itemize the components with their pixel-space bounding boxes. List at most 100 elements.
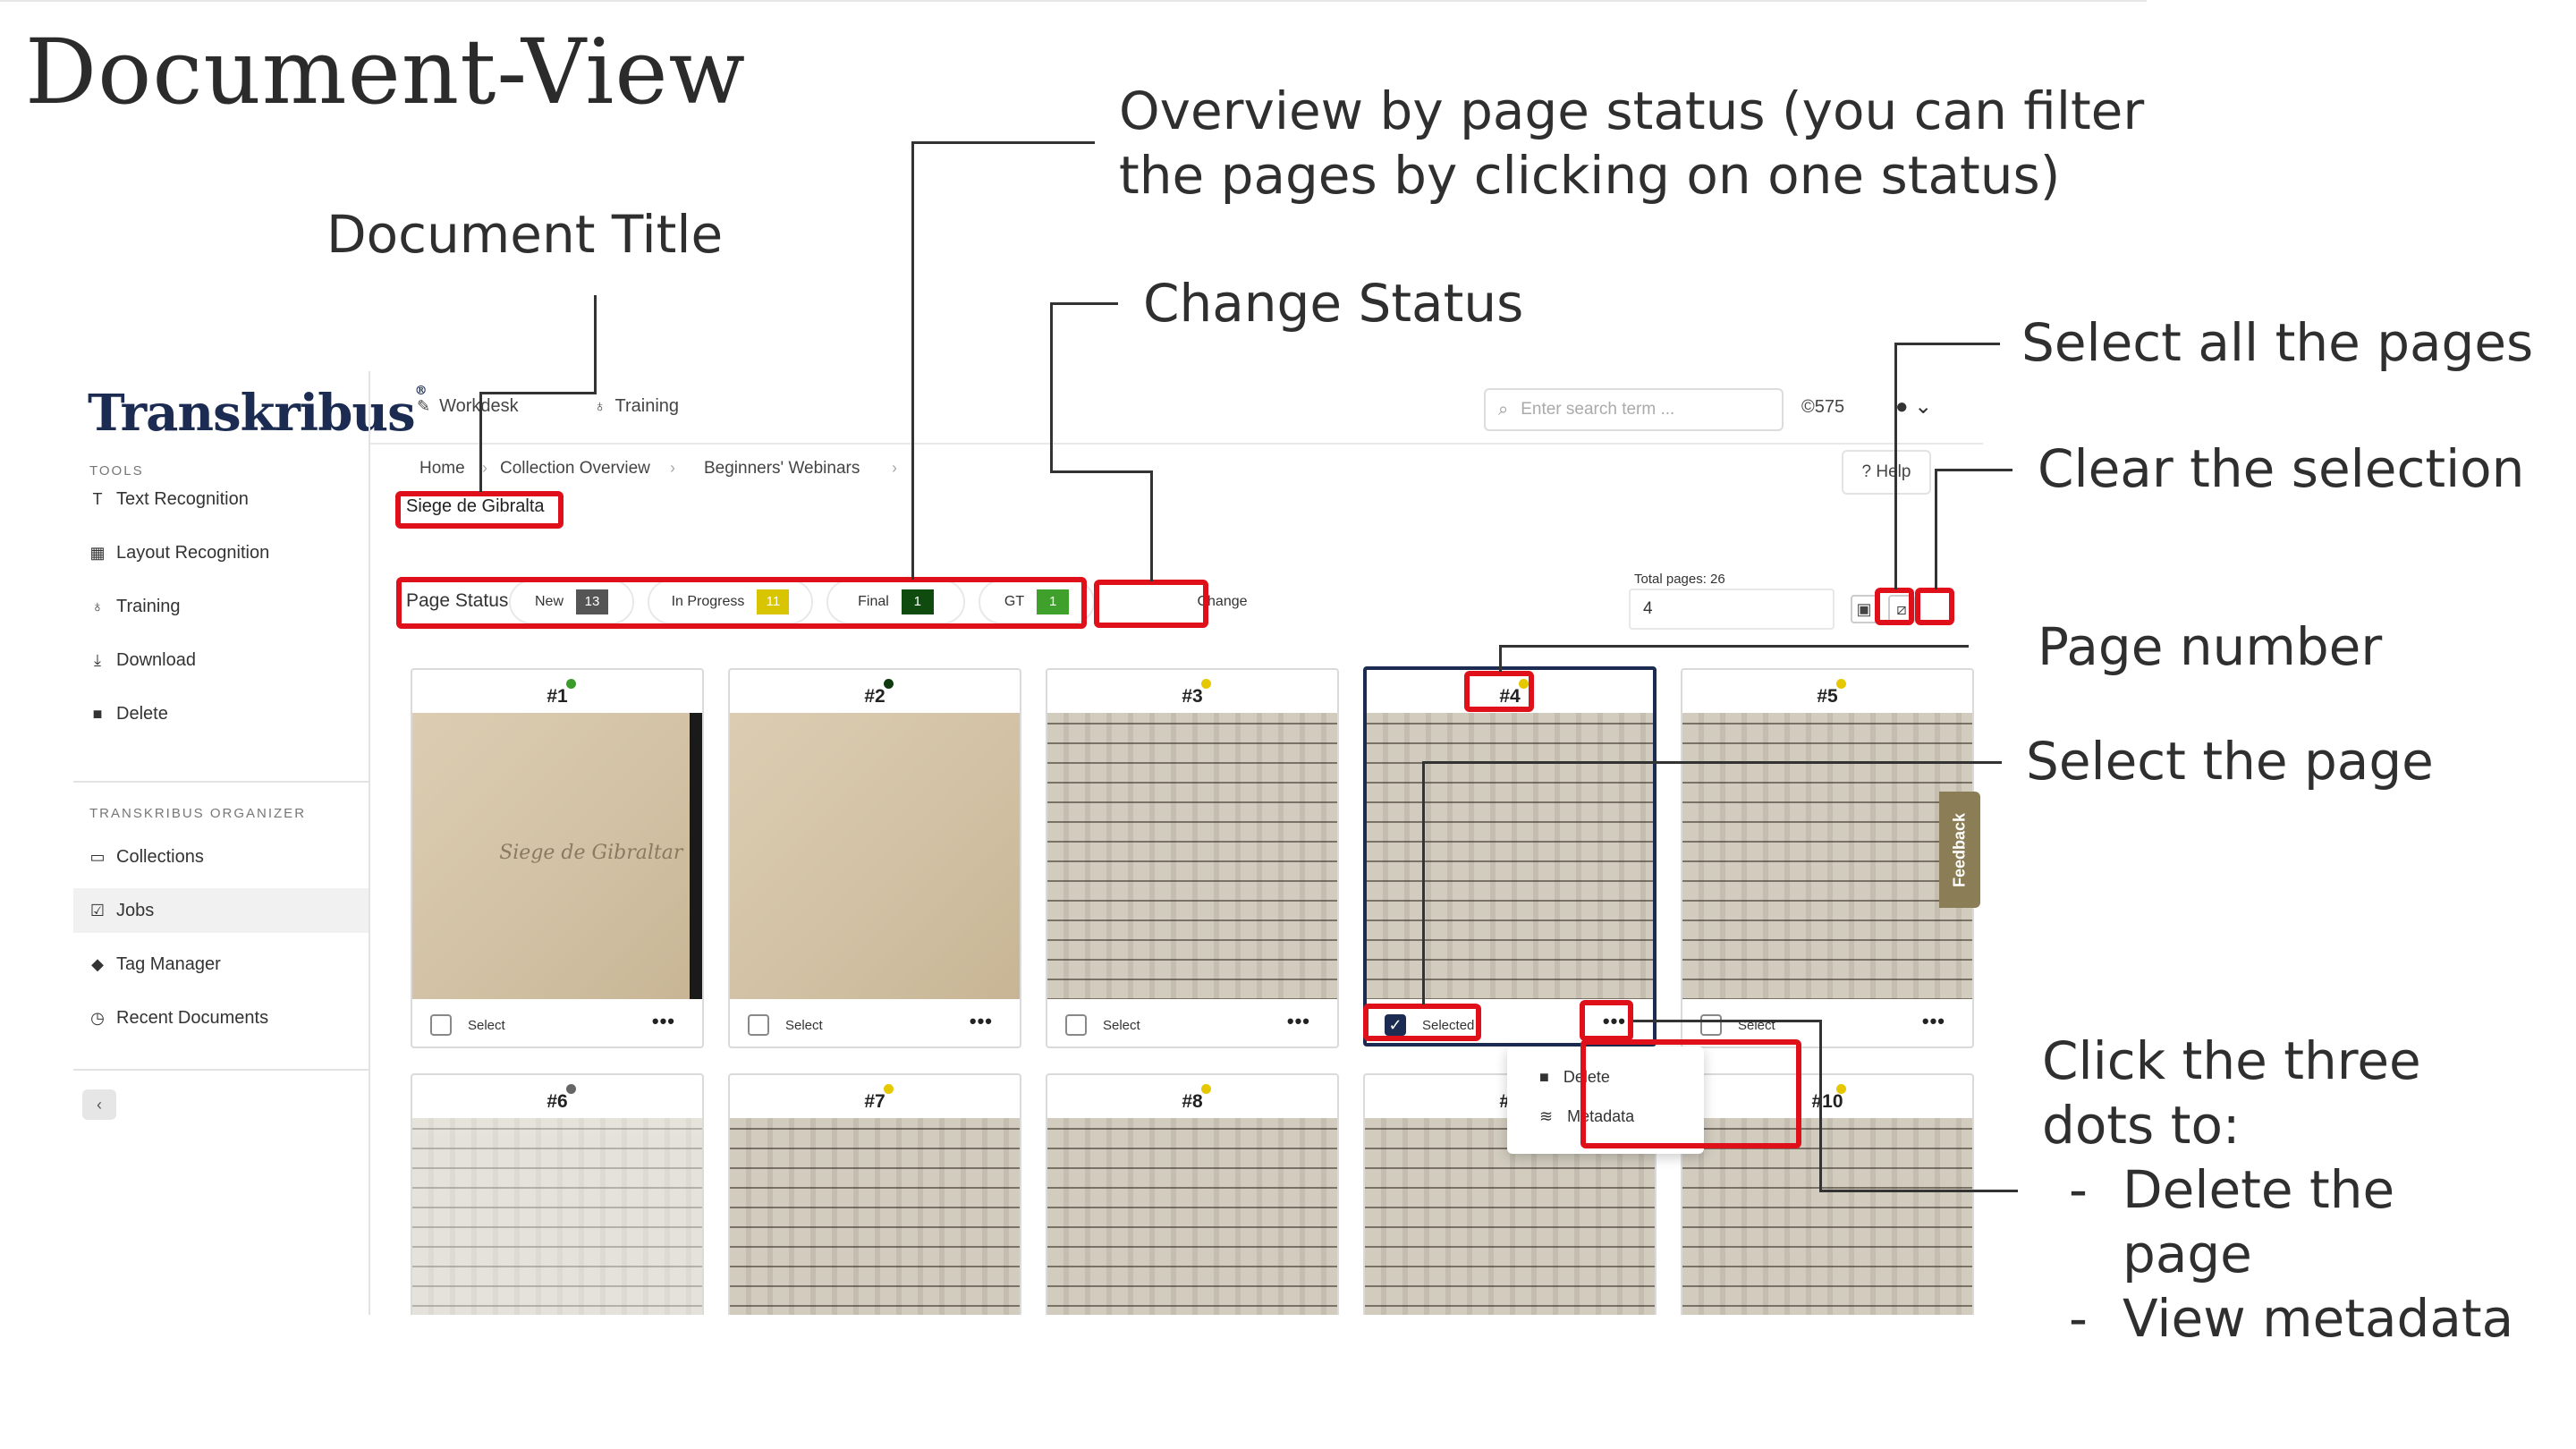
page-card-5[interactable]: #5 Select •••: [1681, 668, 1974, 1048]
folder-icon: ▭: [89, 847, 106, 866]
sidebar-item-label: Text Recognition: [116, 488, 249, 509]
select-checkbox[interactable]: [430, 1014, 452, 1036]
page-number: #6: [547, 1091, 568, 1112]
feather-icon: ✎: [417, 397, 431, 415]
organizer-section-label: TRANSKRIBUS ORGANIZER: [89, 806, 307, 821]
nav-label: Training: [614, 396, 680, 416]
annotation-overview: Overview by page status (you can filter …: [1119, 79, 2144, 208]
sidebar-item-jobs[interactable]: ☑ Jobs: [73, 888, 369, 933]
card-footer: Select •••: [730, 1003, 1020, 1046]
connector-line: [1819, 1020, 1822, 1191]
select-all-button[interactable]: ▣: [1851, 595, 1877, 623]
annotation-page-number: Page number: [2038, 616, 2383, 677]
breadcrumb-beginners-webinars[interactable]: Beginners' Webinars: [704, 459, 860, 479]
highlight-three-dots: [1580, 1000, 1633, 1041]
highlight-page-number: [1464, 671, 1534, 712]
breadcrumb-home[interactable]: Home: [419, 459, 465, 479]
logo-text: Transkribus: [88, 384, 416, 443]
more-options-button[interactable]: •••: [652, 1010, 675, 1033]
main-content: ✎ Workdesk ♁ Training ⌕ Enter search ter…: [369, 371, 1983, 1315]
user-menu[interactable]: ● ⌄: [1895, 394, 1932, 419]
collapse-sidebar-button[interactable]: ‹: [82, 1089, 116, 1120]
connector-line: [1935, 469, 1937, 589]
trash-icon: ■: [1539, 1067, 1549, 1086]
sidebar-item-label: Collections: [116, 846, 204, 867]
page-thumbnail[interactable]: [730, 713, 1020, 999]
annotation-change-status: Change Status: [1143, 273, 1524, 334]
annotation-list-item: Delete thepage: [2069, 1157, 2513, 1286]
annotation-select-page: Select the page: [2026, 731, 2434, 792]
more-options-button[interactable]: •••: [970, 1010, 993, 1033]
page-jump-input[interactable]: 4: [1629, 589, 1835, 630]
sidebar-item-label: Delete: [116, 703, 168, 724]
annotation-line: page: [2123, 1224, 2252, 1284]
page-thumbnail[interactable]: [730, 1118, 1020, 1315]
card-footer: Select •••: [412, 1003, 702, 1046]
database-icon: ≋: [1539, 1106, 1554, 1125]
page-card-6[interactable]: #6: [411, 1073, 704, 1315]
more-options-button[interactable]: •••: [1287, 1010, 1310, 1033]
sidebar-item-label: Jobs: [116, 900, 155, 920]
slide-title: Document-View: [25, 20, 747, 124]
page-number: #5: [1817, 686, 1838, 707]
highlight-clear-selection: [1915, 588, 1954, 625]
page-thumbnail[interactable]: [1682, 713, 1972, 999]
connector-line: [1150, 470, 1153, 581]
select-checkbox[interactable]: [1700, 1014, 1722, 1036]
sidebar-item-download[interactable]: ⤓ Download: [73, 638, 369, 682]
page-thumbnail[interactable]: [412, 1118, 702, 1315]
credits-counter[interactable]: ©575: [1801, 397, 1844, 418]
sidebar-item-collections[interactable]: ▭ Collections: [73, 835, 369, 879]
connector-line: [911, 141, 914, 580]
sidebar-item-recent-documents[interactable]: ◷ Recent Documents: [73, 996, 369, 1040]
page-thumbnail[interactable]: Siege de Gibraltar: [412, 713, 702, 999]
page-thumbnail[interactable]: [1367, 713, 1653, 999]
page-thumbnail[interactable]: [1047, 1118, 1337, 1315]
highlight-context-menu: [1580, 1039, 1801, 1148]
select-label: Select: [468, 1017, 505, 1033]
download-icon: ⤓: [94, 650, 101, 669]
breadcrumb-collection-overview[interactable]: Collection Overview: [500, 459, 650, 479]
select-checkbox[interactable]: [1065, 1014, 1087, 1036]
sidebar: Transkribus® TOOLS T Text Recognition ▦ …: [73, 371, 428, 1315]
top-bar: ✎ Workdesk ♁ Training ⌕ Enter search ter…: [370, 371, 1983, 445]
breadcrumb-separator: ›: [670, 459, 675, 477]
page-card-8[interactable]: #8: [1046, 1073, 1339, 1315]
annotation-three-dots: Click the three dots to: Delete thepage …: [2042, 1029, 2513, 1351]
page-thumbnail[interactable]: [1047, 713, 1337, 999]
breadcrumb-separator: ›: [892, 459, 897, 477]
highlight-page-status: [396, 577, 1087, 629]
page-card-1[interactable]: #1 Siege de Gibraltar Select •••: [411, 668, 704, 1048]
sidebar-item-training[interactable]: ♁ Training: [73, 584, 369, 629]
nav-workdesk[interactable]: ✎ Workdesk: [417, 396, 519, 417]
page-card-3[interactable]: #3 Select •••: [1046, 668, 1339, 1048]
page-card-7[interactable]: #7: [728, 1073, 1021, 1315]
page-number: #7: [864, 1091, 886, 1112]
search-input[interactable]: ⌕ Enter search term ...: [1484, 388, 1784, 431]
thumbnail-handwriting: Siege de Gibraltar: [499, 842, 683, 864]
connector-line: [1050, 470, 1152, 473]
page-card-4[interactable]: #4 ✓ Selected •••: [1363, 666, 1657, 1046]
nav-training[interactable]: ♁ Training: [594, 396, 679, 417]
connector-line: [479, 392, 482, 492]
sidebar-item-layout-recognition[interactable]: ▦ Layout Recognition: [73, 530, 369, 575]
total-pages-label: Total pages: 26: [1634, 572, 1725, 587]
bulb-icon: ♁: [91, 597, 104, 615]
page-card-2[interactable]: #2 Select •••: [728, 668, 1021, 1048]
connector-line: [911, 141, 1095, 144]
select-all-icon: ▣: [1856, 600, 1872, 618]
select-label: Select: [785, 1017, 823, 1033]
chevron-left-icon: ‹: [97, 1096, 102, 1114]
feedback-tab[interactable]: Feedback: [1939, 792, 1980, 908]
text-icon: T: [92, 489, 103, 508]
annotation-list-item: View metadata: [2069, 1286, 2513, 1351]
sidebar-item-delete[interactable]: ■ Delete: [73, 691, 369, 736]
more-options-button[interactable]: •••: [1922, 1010, 1945, 1033]
sidebar-item-tag-manager[interactable]: ◆ Tag Manager: [73, 942, 369, 987]
help-button[interactable]: ? Help: [1842, 450, 1931, 495]
annotation-line: dots to:: [2042, 1095, 2241, 1156]
clock-icon: ◷: [90, 1008, 105, 1027]
sidebar-item-label: Tag Manager: [116, 953, 221, 974]
select-checkbox[interactable]: [748, 1014, 769, 1036]
sidebar-item-text-recognition[interactable]: T Text Recognition: [73, 477, 369, 521]
